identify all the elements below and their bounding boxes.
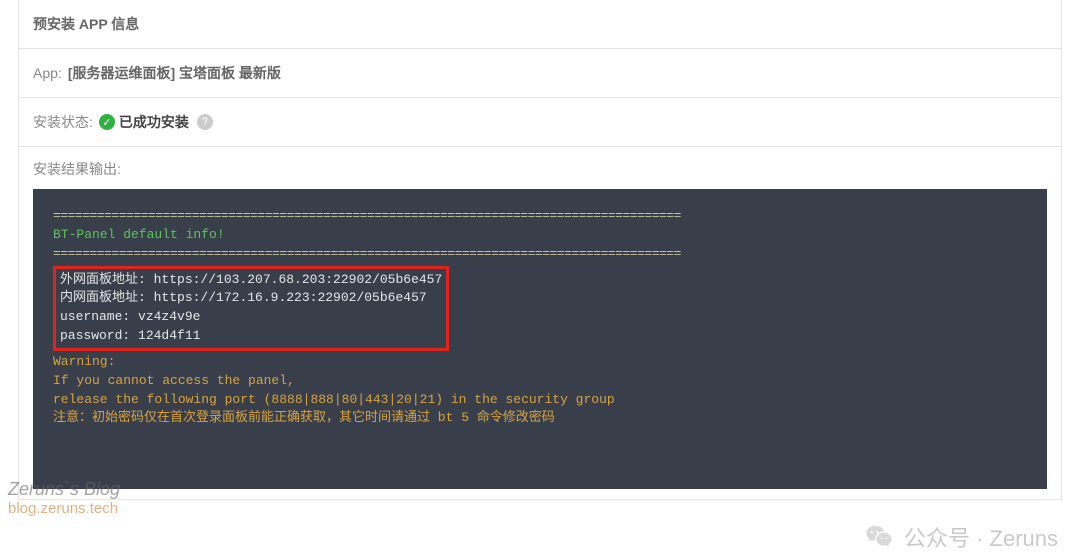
install-status-row: 安装状态: ✓ 已成功安装 ? <box>19 97 1061 146</box>
bt-panel-header: BT-Panel default info! <box>53 227 225 242</box>
separator-line: ========================================… <box>53 208 681 223</box>
app-label: App: <box>33 65 62 81</box>
internal-url-label: 内网面板地址: <box>60 290 146 305</box>
watermark-wechat-text: 公众号 · Zeruns <box>904 521 1058 553</box>
credentials-highlight-box: 外网面板地址: https://103.207.68.203:22902/05b… <box>53 266 449 351</box>
watermark-blog-url: blog.zeruns.tech <box>8 500 120 517</box>
warning-title: Warning: <box>53 354 115 369</box>
password-value: 124d4f11 <box>138 328 200 343</box>
watermark-blog-name: Zeruns`s Blog <box>8 479 120 499</box>
output-section: 安装结果输出: ================================… <box>19 146 1061 499</box>
panel-title: 预安装 APP 信息 <box>19 0 1061 48</box>
internal-url: https://172.16.9.223:22902/05b6e457 <box>154 290 427 305</box>
check-icon: ✓ <box>99 114 115 130</box>
app-row: App: [服务器运维面板] 宝塔面板 最新版 <box>19 48 1061 97</box>
separator-line: ========================================… <box>53 246 681 261</box>
external-url-label: 外网面板地址: <box>60 272 146 287</box>
external-url: https://103.207.68.203:22902/05b6e457 <box>154 272 443 287</box>
username-value: vz4z4v9e <box>138 309 200 324</box>
password-label: password: <box>60 328 130 343</box>
install-status-value: 已成功安装 <box>119 112 189 132</box>
wechat-icon <box>864 522 894 552</box>
watermark-wechat: 公众号 · Zeruns <box>864 521 1058 553</box>
install-status-label: 安装状态: <box>33 112 93 132</box>
output-label: 安装结果输出: <box>33 157 1047 189</box>
warning-notice-cn: 注意：初始密码仅在首次登录面板前能正确获取，其它时间请通过 bt 5 命令修改密… <box>53 410 555 425</box>
username-label: username: <box>60 309 130 324</box>
watermark-blog: Zeruns`s Blog blog.zeruns.tech <box>8 479 120 517</box>
warning-line-2: release the following port (8888|888|80|… <box>53 392 615 407</box>
help-icon[interactable]: ? <box>197 114 213 130</box>
warning-line-1: If you cannot access the panel, <box>53 373 295 388</box>
app-name: [服务器运维面板] 宝塔面板 最新版 <box>68 63 281 83</box>
preinstall-app-panel: 预安装 APP 信息 App: [服务器运维面板] 宝塔面板 最新版 安装状态:… <box>18 0 1062 500</box>
install-output-terminal: ========================================… <box>33 189 1047 489</box>
